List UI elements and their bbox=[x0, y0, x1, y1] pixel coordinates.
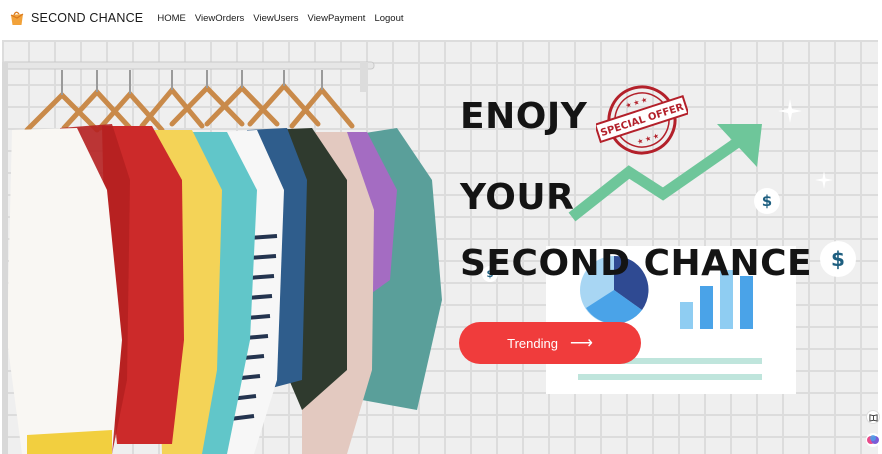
nav-logout[interactable]: Logout bbox=[374, 13, 403, 24]
dollar-symbol: $ bbox=[831, 247, 845, 271]
book-icon[interactable] bbox=[866, 410, 880, 424]
trending-button[interactable]: Trending ⟶ bbox=[459, 322, 641, 364]
main-nav: HOME ViewOrders ViewUsers ViewPayment Lo… bbox=[157, 13, 412, 24]
hero-title-line-2: YOUR bbox=[460, 177, 575, 218]
special-offer-stamp: SPECIAL OFFER ★ ★ ★ ★ ★ ★ bbox=[596, 85, 688, 155]
sparkle-icon bbox=[815, 171, 833, 189]
brand[interactable]: SECOND CHANCE bbox=[9, 10, 143, 26]
nav-view-orders[interactable]: ViewOrders bbox=[195, 13, 244, 24]
hero-banner: SPECIAL OFFER ★ ★ ★ ★ ★ ★ $ $ $ ENOJY YO… bbox=[2, 40, 878, 454]
shopping-bag-icon bbox=[9, 10, 25, 26]
dollar-symbol: $ bbox=[761, 192, 773, 210]
sparkle-icon bbox=[778, 99, 802, 123]
brain-icon[interactable] bbox=[866, 433, 880, 447]
arrow-right-icon: ⟶ bbox=[569, 335, 593, 352]
navbar: SECOND CHANCE HOME ViewOrders ViewUsers … bbox=[0, 0, 882, 36]
brand-name: SECOND CHANCE bbox=[31, 11, 144, 25]
hero-title-line-3: SECOND CHANCE bbox=[460, 243, 813, 284]
trending-button-label: Trending bbox=[507, 335, 558, 351]
dollar-badge-icon: $ bbox=[820, 241, 856, 277]
dollar-badge-icon: $ bbox=[754, 188, 780, 214]
nav-view-users[interactable]: ViewUsers bbox=[253, 13, 298, 24]
hero-title-line-1: ENOJY bbox=[460, 96, 588, 137]
clothes-rack-image bbox=[2, 61, 442, 454]
nav-home[interactable]: HOME bbox=[157, 13, 186, 24]
svg-text:★ ★ ★: ★ ★ ★ bbox=[636, 132, 660, 147]
nav-view-payment[interactable]: ViewPayment bbox=[308, 13, 366, 24]
